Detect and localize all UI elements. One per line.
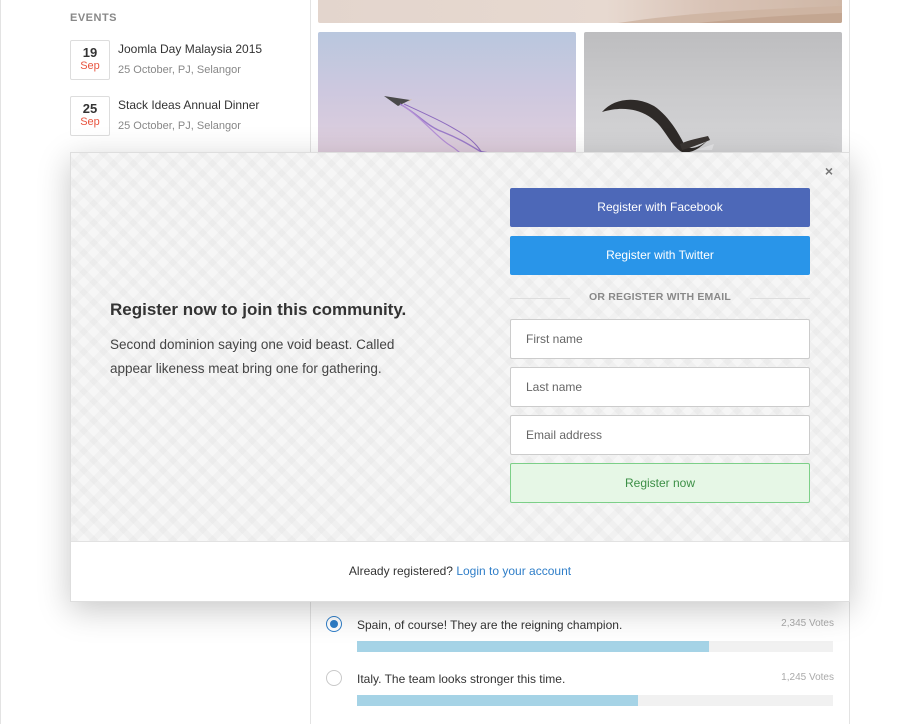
photo-bird[interactable] [584,32,842,162]
last-name-field[interactable] [510,367,810,407]
poll-option-label[interactable]: Italy. The team looks stronger this time… [357,672,565,686]
event-day: 25 [82,101,98,116]
email-divider: OR REGISTER WITH EMAIL [510,290,810,304]
register-modal-body: × Register now to join this community. S… [71,153,849,542]
register-modal-footer: Already registered? Login to your accoun… [71,542,849,601]
divider-label: OR REGISTER WITH EMAIL [588,291,732,303]
close-icon[interactable]: × [821,163,837,179]
event-title[interactable]: Joomla Day Malaysia 2015 [118,42,262,56]
event-date-badge: 25 Sep [70,96,110,136]
register-headline: Register now to join this community. [110,300,407,319]
event-meta: 25 October, PJ, Selangor [118,120,241,132]
register-twitter-button[interactable]: Register with Twitter [510,236,810,275]
event-item[interactable]: 25 Sep Stack Ideas Annual Dinner 25 Octo… [70,96,300,136]
poll-result-fill [357,695,638,706]
first-name-field[interactable] [510,319,810,359]
event-meta: 25 October, PJ, Selangor [118,64,241,76]
frame-border-left [0,0,1,724]
poll-vote-count: 2,345 Votes [781,618,834,629]
register-modal: × Register now to join this community. S… [70,152,850,602]
already-registered-text: Already registered? [348,564,453,578]
divider-line-right [750,298,810,299]
poll-result-bar [357,641,833,652]
event-date-badge: 19 Sep [70,40,110,80]
register-description: Second dominion saying one void beast. C… [110,337,395,376]
event-month: Sep [80,116,100,128]
radio-selected-icon[interactable] [326,616,342,632]
event-item[interactable]: 19 Sep Joomla Day Malaysia 2015 25 Octob… [70,40,300,80]
poll-result-bar [357,695,833,706]
email-field[interactable] [510,415,810,455]
photo-beach[interactable] [318,0,842,23]
login-link[interactable]: Login to your account [456,564,571,578]
bird-image [602,99,714,153]
kite-image [384,96,491,162]
events-heading: EVENTS [70,12,118,24]
photo-kite[interactable] [318,32,576,162]
event-title[interactable]: Stack Ideas Annual Dinner [118,98,259,112]
event-month: Sep [80,60,100,72]
beach-image [618,6,842,23]
register-now-button[interactable]: Register now [510,463,810,503]
radio-unselected-icon[interactable] [326,670,342,686]
event-day: 19 [82,45,98,60]
poll-result-fill [357,641,710,652]
poll-vote-count: 1,245 Votes [781,672,834,683]
register-facebook-button[interactable]: Register with Facebook [510,188,810,227]
poll-option-label[interactable]: Spain, of course! They are the reigning … [357,618,622,632]
